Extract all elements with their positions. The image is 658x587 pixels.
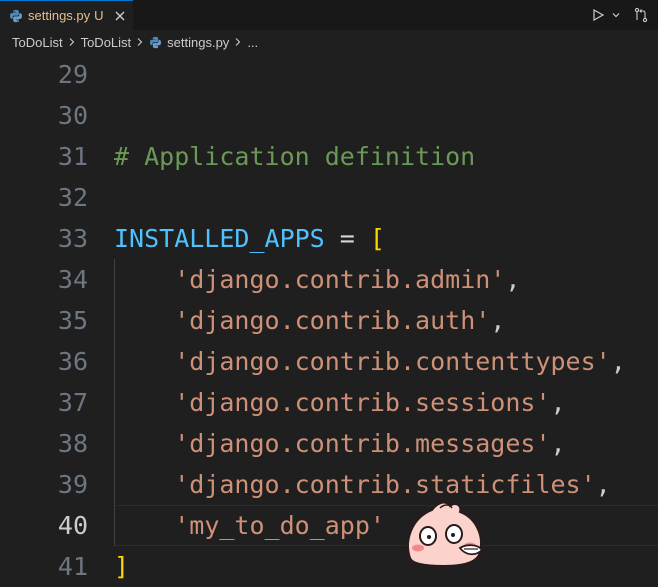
code-text: ] — [114, 546, 129, 587]
token-str: 'my_to_do_app' — [174, 511, 385, 540]
token-op — [114, 306, 174, 335]
token-comment: # Application definition — [114, 142, 476, 171]
token-str: 'django.contrib.admin' — [174, 265, 506, 294]
chevron-down-icon — [612, 13, 620, 18]
token-op — [114, 388, 174, 417]
code-text: 'my_to_do_app' — [114, 505, 385, 546]
code-text: 'django.contrib.admin', — [114, 259, 520, 300]
python-file-icon — [150, 36, 162, 48]
code-line[interactable]: 29 — [0, 54, 658, 95]
code-line[interactable]: 35 'django.contrib.auth', — [0, 300, 658, 341]
code-line[interactable]: 40 'my_to_do_app' — [0, 505, 658, 546]
code-line[interactable]: 30 — [0, 95, 658, 136]
token-punct: , — [505, 265, 521, 294]
line-number: 35 — [57, 306, 88, 335]
line-number: 39 — [57, 470, 88, 499]
code-editor[interactable]: 29 30 31 # Application definition 32 33 INSTAL… — [0, 54, 658, 587]
indent-guide — [114, 259, 115, 546]
line-number: 31 — [57, 142, 88, 171]
token-op: = — [324, 224, 370, 253]
breadcrumb-item-file[interactable]: settings.py — [167, 35, 229, 50]
code-text: 'django.contrib.sessions', — [114, 382, 566, 423]
token-punct: , — [595, 470, 611, 499]
line-number: 38 — [57, 429, 88, 458]
code-line[interactable]: 41] — [0, 546, 658, 587]
code-text: 'django.contrib.staticfiles', — [114, 464, 611, 505]
token-op — [114, 470, 174, 499]
token-str: 'django.contrib.messages' — [174, 429, 551, 458]
code-text: 'django.contrib.messages', — [114, 423, 566, 464]
breadcrumb: ToDoList ToDoList settings.py ... — [0, 30, 658, 54]
line-number: 34 — [57, 265, 88, 294]
token-str: 'django.contrib.auth' — [174, 306, 491, 335]
code-text: 'django.contrib.auth', — [114, 300, 505, 341]
code-line[interactable]: 36 'django.contrib.contenttypes', — [0, 341, 658, 382]
run-button[interactable] — [588, 5, 608, 25]
editor-window: settings.py U ToDoList ToDoList settings… — [0, 0, 658, 587]
code-line[interactable]: 33 INSTALLED_APPS = [ — [0, 218, 658, 259]
token-op — [114, 511, 174, 540]
token-op — [114, 265, 174, 294]
breadcrumb-item-symbol[interactable]: ... — [247, 35, 258, 50]
tab-filename: settings.py — [28, 8, 91, 23]
token-str: 'django.contrib.sessions' — [174, 388, 551, 417]
token-punct: , — [610, 347, 626, 376]
line-number: 41 — [57, 552, 88, 581]
code-line[interactable]: 39 'django.contrib.staticfiles', — [0, 464, 658, 505]
line-number: 40 — [57, 511, 88, 540]
token-bracket: ] — [114, 552, 130, 581]
close-icon[interactable] — [113, 9, 127, 23]
code-line[interactable]: 37 'django.contrib.sessions', — [0, 382, 658, 423]
line-number: 30 — [57, 101, 88, 130]
code-line[interactable]: 38 'django.contrib.messages', — [0, 423, 658, 464]
code-line[interactable]: 34 'django.contrib.admin', — [0, 259, 658, 300]
tab-settings-py[interactable]: settings.py U — [0, 0, 133, 30]
git-compare-icon — [634, 7, 648, 23]
line-number: 36 — [57, 347, 88, 376]
code-text: # Application definition — [114, 136, 475, 177]
tab-bar: settings.py U — [0, 0, 658, 30]
line-number: 37 — [57, 388, 88, 417]
open-changes-button[interactable] — [624, 5, 658, 25]
line-number: 29 — [57, 60, 88, 89]
code-line[interactable]: 32 — [0, 177, 658, 218]
token-op — [114, 347, 174, 376]
token-bracket: [ — [369, 224, 385, 253]
run-dropdown-button[interactable] — [608, 5, 624, 25]
code-text: INSTALLED_APPS = [ — [114, 218, 385, 259]
editor-actions — [588, 0, 658, 30]
breadcrumb-item-folder[interactable]: ToDoList — [81, 35, 132, 50]
line-number: 33 — [57, 224, 88, 253]
git-status-badge: U — [94, 8, 104, 23]
peach-face-sticker — [407, 501, 484, 568]
code-line[interactable]: 31 # Application definition — [0, 136, 658, 177]
python-file-icon — [10, 9, 22, 22]
line-number: 32 — [57, 183, 88, 212]
code-text: 'django.contrib.contenttypes', — [114, 341, 626, 382]
chevron-right-icon — [69, 38, 74, 46]
chevron-right-icon — [235, 38, 241, 46]
breadcrumb-item-project[interactable]: ToDoList — [12, 35, 63, 50]
chevron-right-icon — [137, 38, 143, 46]
play-icon — [593, 8, 605, 22]
token-op — [114, 429, 174, 458]
token-punct: , — [490, 306, 506, 335]
token-str: 'django.contrib.staticfiles' — [174, 470, 596, 499]
token-var: INSTALLED_APPS — [114, 224, 325, 253]
token-punct: , — [550, 429, 566, 458]
token-str: 'django.contrib.contenttypes' — [174, 347, 611, 376]
token-punct: , — [550, 388, 566, 417]
